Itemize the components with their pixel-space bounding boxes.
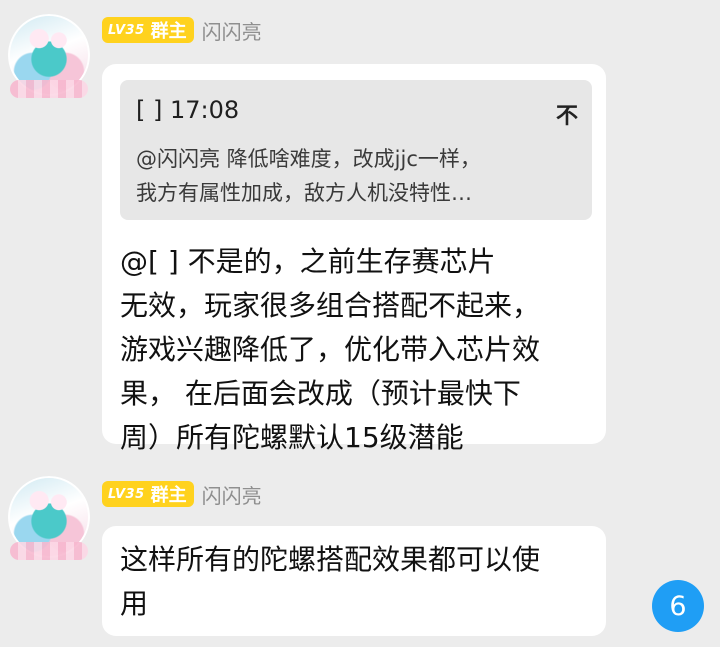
level-label: LV35 [108,486,145,502]
message-text-line: 用 [120,587,149,620]
quote-pin-glyph: 不 [555,104,578,129]
message-text-line: 游戏兴趣降低了，优化带入芯片效 [120,333,541,366]
message-text-line: 周）所有陀螺默认15级潜能 [120,421,464,454]
avatar-frame-decoration [10,542,88,560]
level-badge: LV35 群主 [102,17,194,43]
chat-message: LV35 群主 闪闪亮 这样所有的陀螺搭配效果都可以使 用 [0,460,720,647]
message-text-line: 果， 在后面会改成（预计最快下 [120,377,521,410]
quote-line: @闪闪亮 降低啥难度，改成jjc一样， [136,147,481,171]
message-bubble[interactable]: 这样所有的陀螺搭配效果都可以使 用 [102,526,606,636]
quote-header: [ ] 17:08 [136,96,240,124]
quote-line: 我方有属性加成，敌方人机没特性… [136,181,472,205]
sender-name[interactable]: 闪闪亮 [202,16,262,45]
role-label: 群主 [150,21,187,42]
avatar-frame-decoration [10,80,88,98]
unread-count-badge[interactable]: 6 [652,580,704,632]
message-text-line: @[ ] 不是的，之前生存赛芯片 [120,245,496,278]
level-label: LV35 [108,22,145,38]
role-label: 群主 [150,485,187,506]
quoted-reply[interactable]: [ ] 17:08 不 @闪闪亮 降低啥难度，改成jjc一样， 我方有属性加成，… [120,80,592,220]
sender-header: LV35 群主 闪闪亮 [102,480,262,508]
sender-name[interactable]: 闪闪亮 [202,480,262,509]
chat-message: LV35 群主 闪闪亮 [ ] 17:08 不 @闪闪亮 降低啥难度，改成jjc… [0,0,720,460]
message-text-line: 这样所有的陀螺搭配效果都可以使 [120,543,541,576]
message-bubble[interactable]: [ ] 17:08 不 @闪闪亮 降低啥难度，改成jjc一样， 我方有属性加成，… [102,64,606,454]
sender-header: LV35 群主 闪闪亮 [102,16,262,44]
message-text-line: 无效，玩家很多组合搭配不起来， [120,289,541,322]
level-badge: LV35 群主 [102,481,194,507]
